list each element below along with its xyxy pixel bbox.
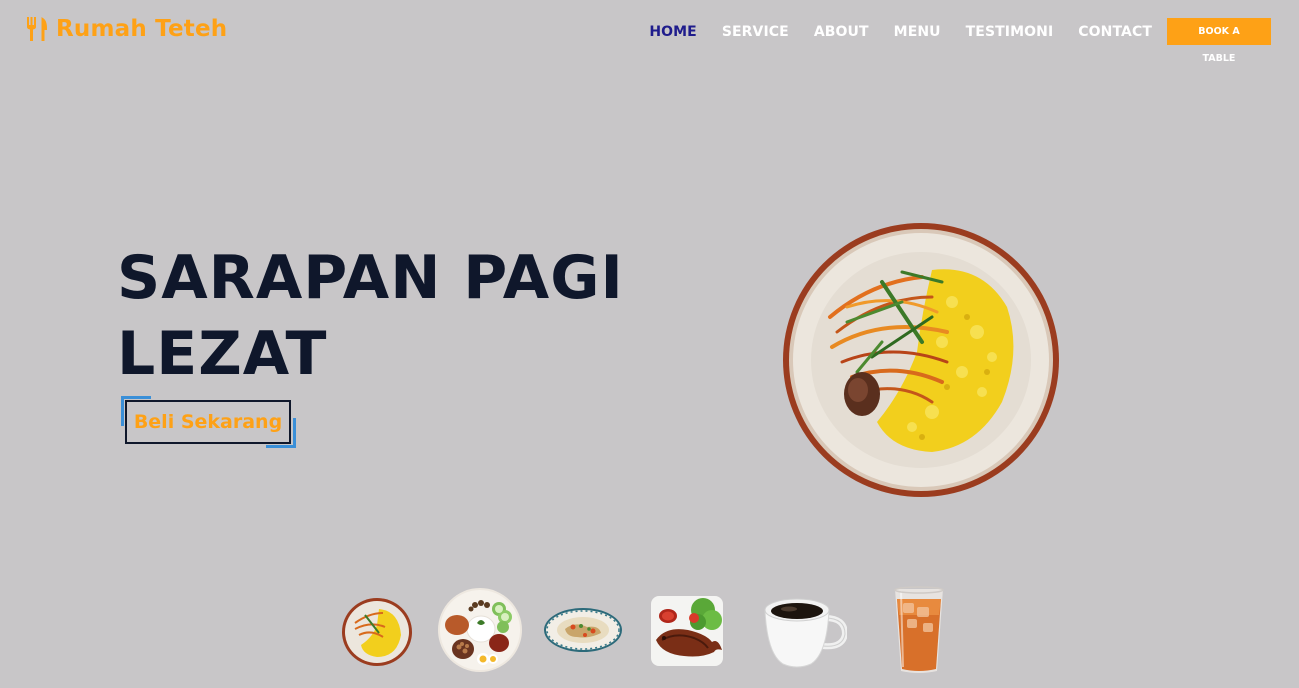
page: Rumah Teteh HOME SERVICE ABOUT MENU TEST… bbox=[0, 0, 1299, 688]
cta-wrapper: Beli Sekarang bbox=[121, 396, 296, 448]
nasi-lemak-thumb[interactable] bbox=[437, 587, 523, 677]
nasi-kuning-thumb[interactable] bbox=[341, 597, 413, 671]
hero-food-image bbox=[782, 222, 1060, 498]
soup-bowl-thumb[interactable] bbox=[543, 607, 623, 657]
nav-home[interactable]: HOME bbox=[649, 24, 697, 40]
nav-service[interactable]: SERVICE bbox=[722, 24, 789, 40]
nav-contact[interactable]: CONTACT bbox=[1078, 24, 1152, 40]
brand-name: Rumah Teteh bbox=[56, 16, 228, 42]
nav-about[interactable]: ABOUT bbox=[814, 24, 869, 40]
utensils-icon bbox=[26, 16, 48, 42]
hero-title: SARAPAN PAGI LEZAT bbox=[117, 240, 677, 392]
book-a-table-button[interactable]: BOOK A TABLE bbox=[1167, 18, 1271, 64]
coffee-cup-thumb[interactable] bbox=[763, 596, 849, 674]
main-nav: HOME SERVICE ABOUT MENU TESTIMONI CONTAC… bbox=[649, 18, 1271, 64]
grilled-fish-thumb[interactable] bbox=[648, 592, 726, 674]
iced-tea-thumb[interactable] bbox=[893, 585, 945, 679]
beli-sekarang-button[interactable]: Beli Sekarang bbox=[125, 400, 291, 444]
nav-testimoni[interactable]: TESTIMONI bbox=[966, 24, 1054, 40]
hero-title-line1: SARAPAN PAGI bbox=[117, 243, 624, 313]
hero-title-line2: LEZAT bbox=[117, 319, 328, 389]
brand-logo[interactable]: Rumah Teteh bbox=[26, 16, 227, 42]
nav-menu[interactable]: MENU bbox=[894, 24, 941, 40]
